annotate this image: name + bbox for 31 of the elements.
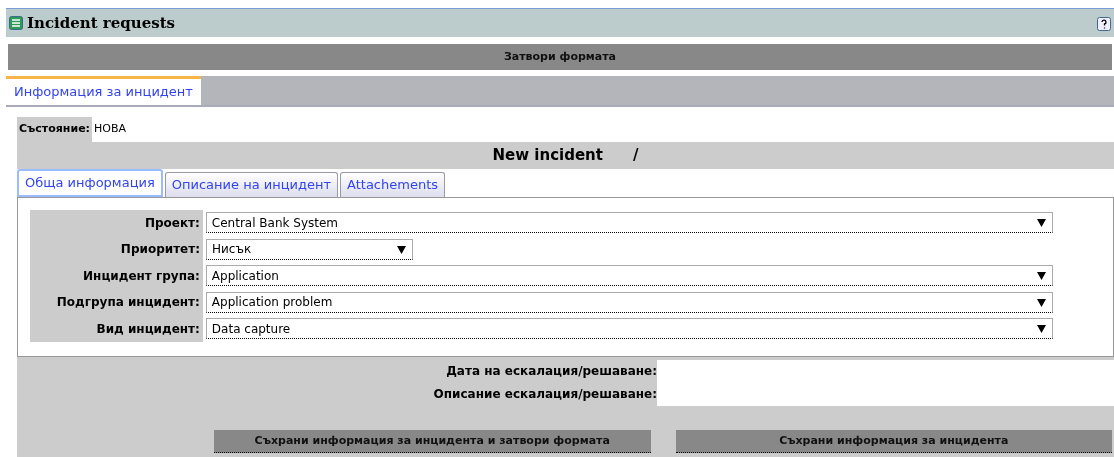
select-field[interactable]: Application: [205, 265, 1053, 287]
tab[interactable]: Описание на инцидент: [164, 171, 339, 197]
field-label: Описание ескалация/решаване:: [432, 386, 657, 403]
caret-icon: [397, 244, 406, 254]
help-icon[interactable]: [1097, 16, 1111, 31]
caret-icon: [1037, 271, 1046, 281]
window-title: Incident requests: [27, 12, 176, 34]
select-field[interactable]: Central Bank System: [205, 212, 1053, 234]
field-label: Приоритет:: [30, 236, 203, 263]
caret-icon: [1037, 218, 1046, 228]
tab[interactable]: Обща информация: [17, 168, 163, 197]
save-button[interactable]: Съхрани информация за инцидента и затвори формата: [214, 430, 651, 453]
select-field[interactable]: Нисък: [206, 238, 413, 260]
field-label: Вид инцидент:: [30, 315, 203, 342]
status-label: Състояние:: [17, 117, 93, 142]
field-label: Дата на ескалация/решаване:: [445, 363, 657, 380]
caret-icon: [1037, 324, 1046, 334]
field-label: Инцидент група:: [30, 262, 203, 289]
select-field[interactable]: Application problem: [205, 291, 1053, 313]
field-label: Подгрупа инцидент:: [30, 289, 203, 316]
heading-title: New incident: [492, 144, 603, 166]
tab[interactable]: Attachements: [340, 171, 446, 197]
save-button[interactable]: Съхрани информация за инцидента: [675, 430, 1112, 453]
status-value: НОВА: [93, 121, 128, 137]
list-icon: [9, 16, 23, 30]
heading-separator: /: [632, 144, 639, 166]
field-label: Проект:: [30, 209, 203, 236]
close-form-button[interactable]: Затвори формата: [8, 44, 1112, 70]
tab[interactable]: Информация за инцидент: [6, 76, 201, 105]
select-field[interactable]: Data capture: [205, 318, 1053, 340]
caret-icon: [1037, 297, 1046, 307]
